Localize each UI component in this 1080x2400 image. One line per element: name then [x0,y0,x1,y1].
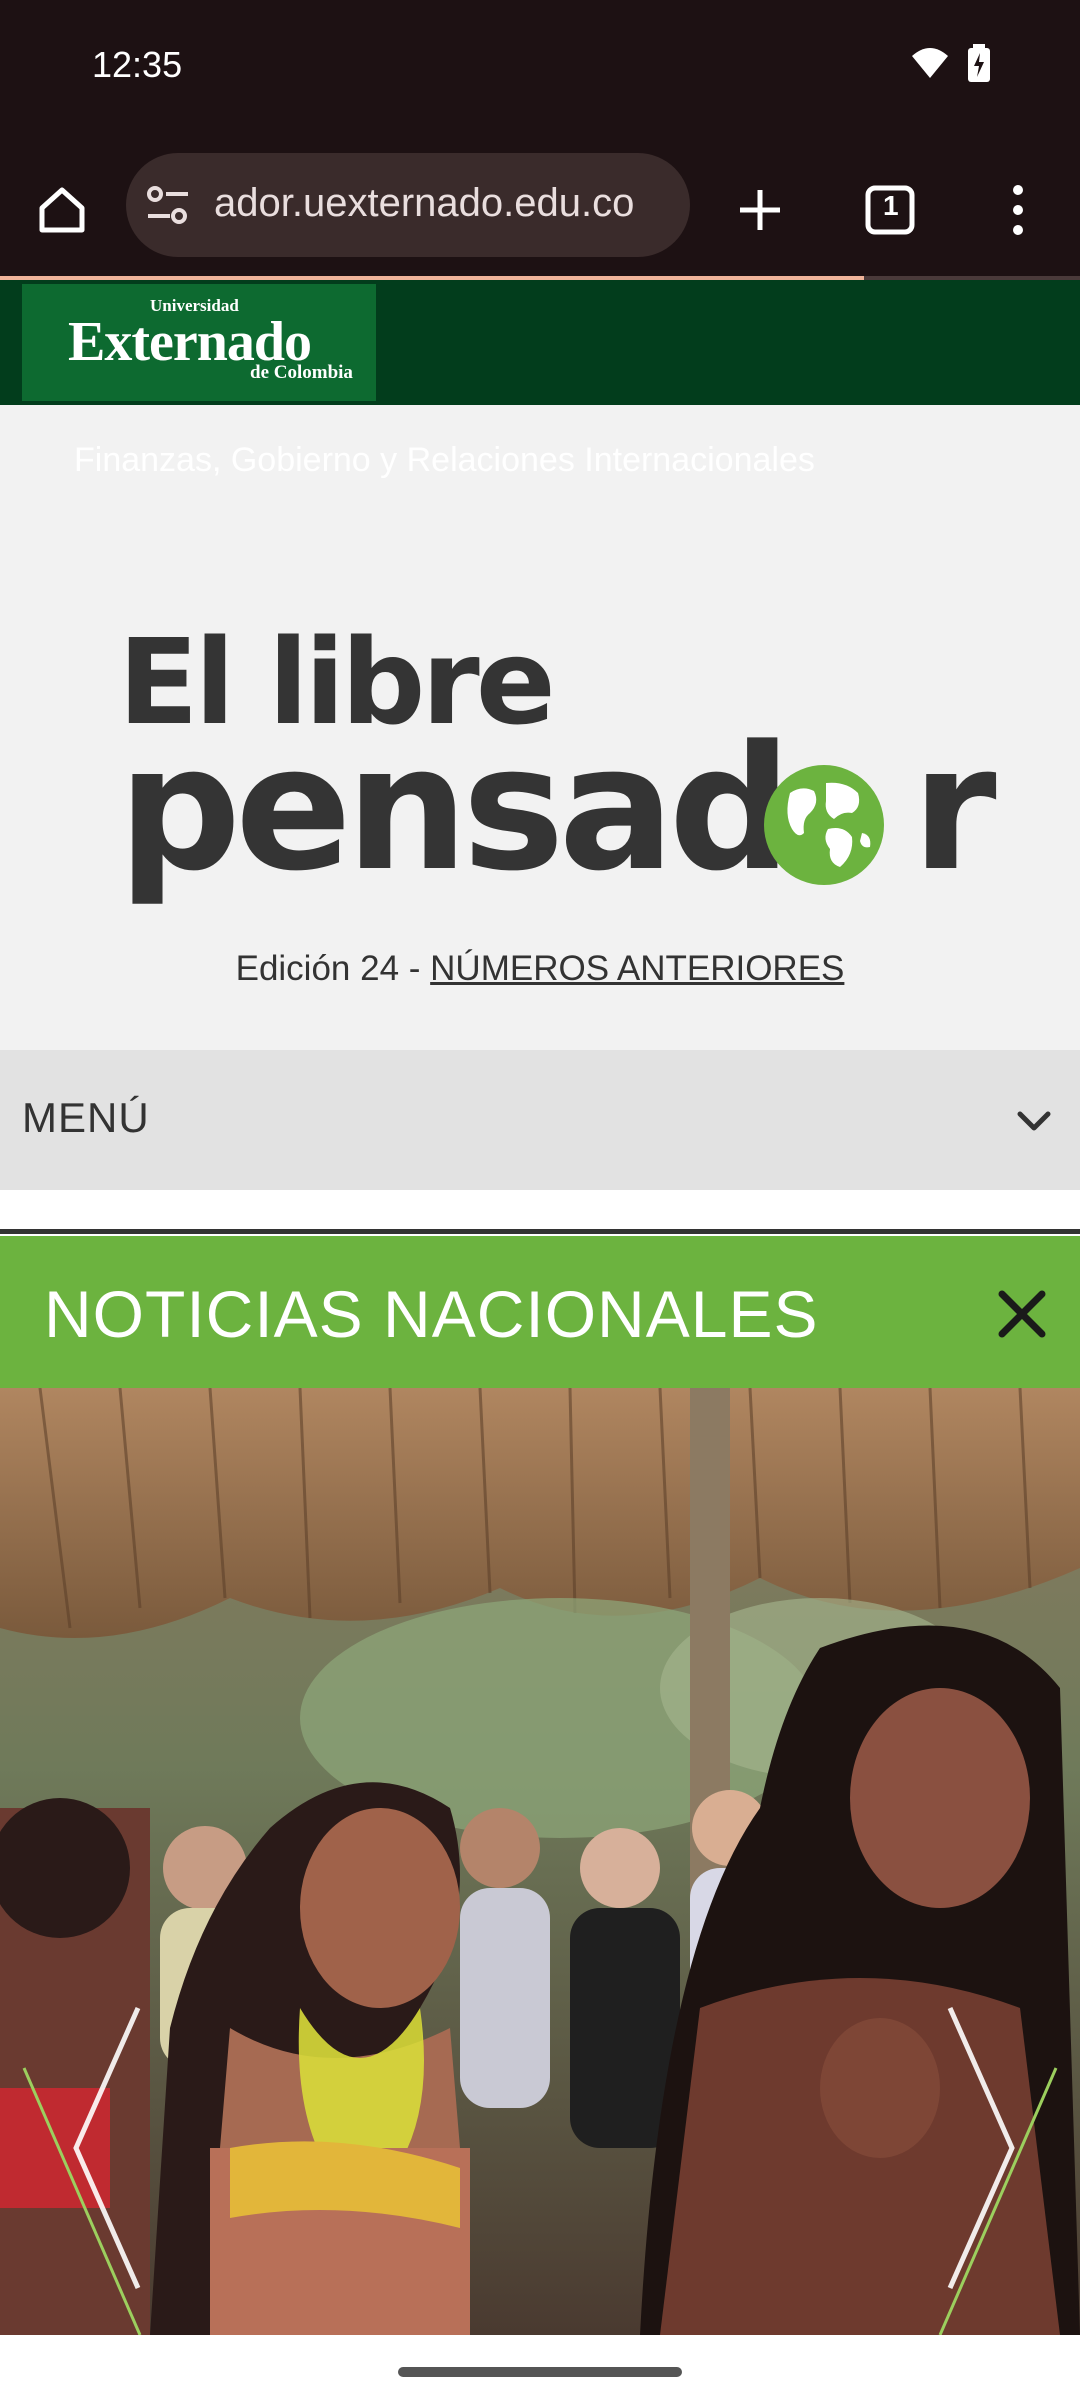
university-header: Universidad Externado de Colombia [0,280,1080,405]
previous-issues-link[interactable]: NÚMEROS ANTERIORES [430,949,844,988]
news-photo [0,1388,1080,2335]
tab-switcher-button[interactable]: 1 [842,162,938,258]
university-logo[interactable]: Universidad Externado de Colombia [22,284,376,401]
status-icons [910,44,990,82]
kebab-menu-icon [1013,185,1023,235]
site-settings-icon[interactable] [146,185,190,225]
university-logo-sub: de Colombia [250,362,353,383]
section-header: NOTICIAS NACIONALES [0,1236,1080,1388]
edition-label: Edición 24 - [235,949,431,988]
globe-icon [764,765,884,885]
publication-logo-line2-b: r [911,708,997,909]
more-menu-button[interactable] [970,162,1066,258]
new-tab-button[interactable] [712,162,808,258]
battery-charging-icon [968,44,990,82]
menu-label: MENÚ [22,1094,150,1141]
section-title: NOTICIAS NACIONALES [44,1277,819,1351]
home-button[interactable] [14,162,110,258]
publication-logo-line2-a: pensad [118,708,792,909]
faculty-name: Finanzas, Gobierno y Relaciones Internac… [74,441,815,479]
status-bar: 12:35 [0,0,1080,140]
menu-toggle[interactable]: MENÚ [0,1050,1080,1190]
home-gesture-pill[interactable] [398,2367,682,2377]
address-bar[interactable]: ador.uexternado.edu.co [126,153,690,257]
system-navigation-bar [0,2335,1080,2400]
home-icon [39,187,85,233]
chevron-down-icon [1017,1111,1051,1131]
section-divider [0,1229,1080,1234]
close-icon[interactable] [994,1286,1050,1342]
status-time: 12:35 [92,44,183,85]
tab-count: 1 [883,190,899,221]
wifi-icon [912,48,948,78]
plus-icon [740,190,780,230]
news-photo-slider[interactable] [0,1388,1080,2335]
edition-line: Edición 24 - NÚMEROS ANTERIORES [0,949,1080,989]
url-text: ador.uexternado.edu.co [214,181,635,225]
publication-banner: Finanzas, Gobierno y Relaciones Internac… [0,405,1080,1050]
